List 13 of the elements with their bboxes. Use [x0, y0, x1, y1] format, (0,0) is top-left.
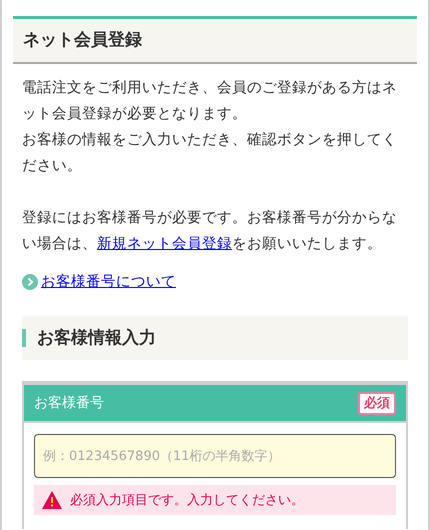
customer-number-field[interactable]: 例：01234567890（11桁の半角数字）: [34, 434, 396, 478]
notice-paragraph: 登録にはお客様番号が必要です。お客様番号が分からない場合は、新規ネット会員登録をお願いいたします。: [22, 208, 398, 254]
intro-paragraph: お客様の情報をご入力いただき、確認ボタンを押してください。: [22, 130, 398, 176]
page-title: ネット会員登録: [23, 29, 143, 52]
section-title: お客様情報入力: [37, 327, 156, 350]
warning-icon: [42, 491, 62, 509]
help-link[interactable]: お客様番号について: [41, 269, 176, 295]
chevron-icon: [22, 274, 38, 290]
field-label: お客様番号: [34, 394, 104, 412]
error-message: 必須入力項目です。入力してください。: [70, 492, 304, 509]
required-badge: 必須: [358, 392, 396, 414]
intro-paragraph: 電話注文をご利用いただき、会員のご登録がある方はネット会員登録が必要となります。: [22, 78, 398, 124]
register-link[interactable]: 新規ネット会員登録: [97, 236, 232, 252]
